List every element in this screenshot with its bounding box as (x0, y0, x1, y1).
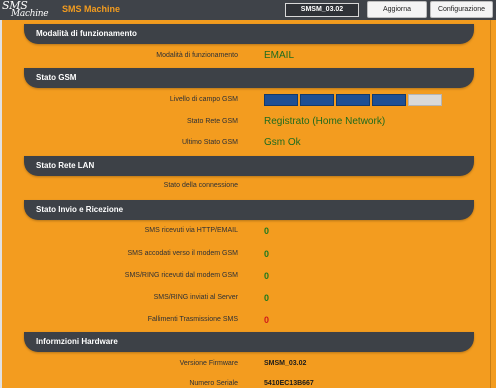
io-value: 0 (264, 249, 270, 259)
io-label: SMS accodati verso il modem GSM (127, 250, 238, 257)
signal-bar (300, 94, 334, 106)
app-logo: SMS Machine (2, 0, 52, 19)
section-header-gsm: Stato GSM (24, 68, 474, 88)
mode-label: Modalità di funzionamento (156, 52, 238, 59)
section-header-io: Stato Invio e Ricezione (24, 200, 474, 220)
serial-value: 5410EC13B667 (264, 380, 314, 387)
refresh-button[interactable]: Aggiorna (367, 1, 427, 18)
gsm-last-value: Gsm Ok (264, 137, 301, 148)
app-title: SMS Machine (62, 4, 121, 14)
signal-bar (264, 94, 298, 106)
signal-bar (372, 94, 406, 106)
section-header-lan: Stato Rete LAN (24, 156, 474, 176)
gsm-network-label: Stato Rete GSM (187, 118, 238, 125)
io-label: SMS/RING inviati al Server (153, 294, 238, 301)
signal-bar (408, 94, 442, 106)
io-value: 0 (264, 226, 270, 236)
top-bar: SMS Machine SMS Machine SMSM_03.02 Aggio… (0, 0, 496, 20)
io-label: SMS/RING ricevuti dal modem GSM (124, 272, 238, 279)
scrollbar[interactable] (490, 20, 496, 388)
logo-text-machine: Machine (11, 9, 49, 19)
lan-connection-label: Stato della connessione (163, 182, 238, 189)
io-value: 0 (264, 293, 270, 303)
signal-bar (336, 94, 370, 106)
status-panel: Modalità di funzionamento Modalità di fu… (0, 20, 490, 388)
firmware-label: Versione Firmware (179, 360, 238, 367)
serial-label: Numero Seriale (189, 380, 238, 387)
section-header-hardware: Informzioni Hardware (24, 332, 474, 352)
io-value-failures: 0 (264, 315, 270, 325)
io-label: Fallimenti Trasmissione SMS (147, 316, 238, 323)
io-value: 0 (264, 271, 270, 281)
io-label: SMS ricevuti via HTTP/EMAIL (144, 227, 238, 234)
gsm-signal-label: Livello di campo GSM (169, 96, 238, 103)
mode-value: EMAIL (264, 50, 295, 61)
gsm-network-value: Registrato (Home Network) (264, 116, 386, 127)
section-header-mode: Modalità di funzionamento (24, 24, 474, 44)
gsm-last-label: Ultimo Stato GSM (181, 139, 238, 146)
configuration-button[interactable]: Configurazione (430, 1, 493, 18)
device-name-badge: SMSM_03.02 (285, 3, 359, 17)
firmware-value: SMSM_03.02 (264, 360, 307, 367)
